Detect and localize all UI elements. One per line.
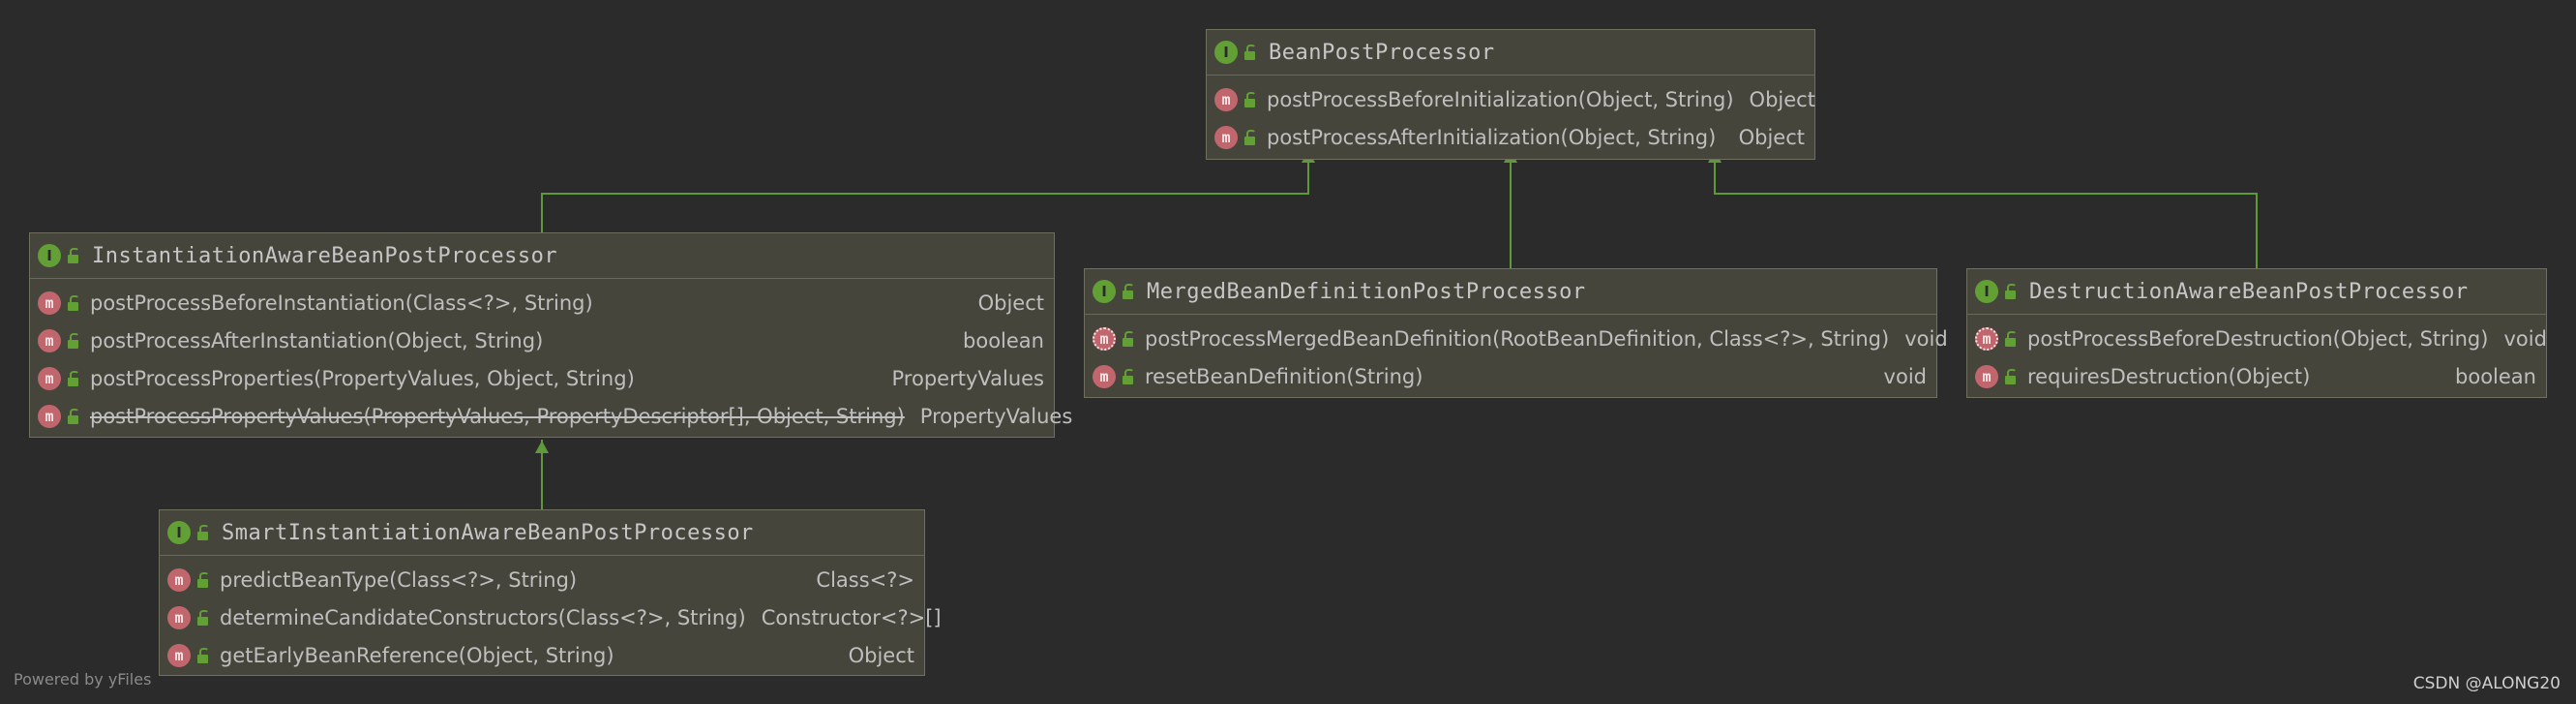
public-lock-icon xyxy=(1122,330,1135,347)
public-lock-icon xyxy=(2004,330,2018,347)
method-return-type: boolean xyxy=(2455,364,2536,388)
method-row[interactable]: m postProcessBeforeInstantiation(Class<?… xyxy=(30,284,1054,321)
method-row[interactable]: m postProcessBeforeDestruction(Object, S… xyxy=(1967,320,2547,357)
method-row[interactable]: m postProcessMergedBeanDefinition(RootBe… xyxy=(1085,320,1948,357)
method-signature: postProcessAfterInitialization(Object, S… xyxy=(1267,125,1717,149)
method-signature: postProcessBeforeInitialization(Object, … xyxy=(1267,87,1734,111)
node-header: I BeanPostProcessor xyxy=(1207,30,1814,76)
node-title: MergedBeanDefinitionPostProcessor xyxy=(1147,279,1586,304)
public-lock-icon xyxy=(2004,368,2018,384)
method-return-type: Object xyxy=(848,643,914,667)
node-title: DestructionAwareBeanPostProcessor xyxy=(2029,279,2469,304)
method-return-type: Constructor<?>[] xyxy=(761,605,942,629)
method-signature: postProcessProperties(PropertyValues, Ob… xyxy=(90,366,635,390)
method-row[interactable]: m postProcessBeforeInitialization(Object… xyxy=(1207,80,1815,118)
method-icon: m xyxy=(1214,125,1238,149)
node-header: I DestructionAwareBeanPostProcessor xyxy=(1967,269,2546,315)
method-return-type: Class<?> xyxy=(816,567,914,592)
public-lock-icon xyxy=(1243,129,1257,145)
node-title: InstantiationAwareBeanPostProcessor xyxy=(92,243,558,268)
method-signature: determineCandidateConstructors(Class<?>,… xyxy=(220,605,746,629)
interface-icon: I xyxy=(167,521,191,544)
node-header: I MergedBeanDefinitionPostProcessor xyxy=(1085,269,1936,315)
edge-instantiation-to-bpp xyxy=(541,163,1309,232)
public-lock-icon xyxy=(67,248,80,263)
node-title: BeanPostProcessor xyxy=(1269,40,1495,65)
method-icon: m xyxy=(167,567,191,592)
method-icon: m xyxy=(38,328,61,352)
method-row[interactable]: m requiresDestruction(Object) boolean xyxy=(1967,357,2546,395)
interface-icon: I xyxy=(1975,280,1998,303)
method-icon: m xyxy=(1975,364,1998,388)
method-return-type: Object xyxy=(1738,125,1805,149)
method-row-deprecated[interactable]: m postProcessPropertyValues(PropertyValu… xyxy=(30,397,1072,435)
node-instantiation-aware-bean-post-processor[interactable]: I InstantiationAwareBeanPostProcessor m … xyxy=(29,232,1072,438)
method-row[interactable]: m postProcessProperties(PropertyValues, … xyxy=(30,359,1054,397)
public-lock-icon xyxy=(67,294,80,311)
method-return-type: void xyxy=(1883,364,1927,388)
method-row[interactable]: m postProcessAfterInitialization(Object,… xyxy=(1207,118,1814,156)
method-signature: postProcessBeforeDestruction(Object, Str… xyxy=(2027,326,2489,351)
method-icon: m xyxy=(1093,364,1116,388)
method-signature: requiresDestruction(Object) xyxy=(2027,364,2311,388)
public-lock-icon xyxy=(2004,284,2018,299)
method-row[interactable]: m getEarlyBeanReference(Object, String) … xyxy=(160,636,924,674)
interface-icon: I xyxy=(1093,280,1116,303)
method-return-type: PropertyValues xyxy=(891,366,1044,390)
public-lock-icon xyxy=(1243,45,1257,60)
method-return-type: boolean xyxy=(963,328,1044,352)
method-icon: m xyxy=(167,643,191,667)
method-signature: resetBeanDefinition(String) xyxy=(1145,364,1423,388)
edge-arrowhead xyxy=(535,441,549,453)
method-signature: predictBeanType(Class<?>, String) xyxy=(220,567,578,592)
method-icon: m xyxy=(38,404,61,428)
method-signature: postProcessBeforeInstantiation(Class<?>,… xyxy=(90,291,593,315)
method-row[interactable]: m resetBeanDefinition(String) void xyxy=(1085,357,1936,395)
method-icon: m xyxy=(38,291,61,315)
public-lock-icon xyxy=(1122,368,1135,384)
method-row[interactable]: m postProcessAfterInstantiation(Object, … xyxy=(30,321,1054,359)
watermark-label: CSDN @ALONG20 xyxy=(2412,674,2561,693)
method-row[interactable]: m determineCandidateConstructors(Class<?… xyxy=(160,598,942,636)
powered-by-label: Powered by yFiles xyxy=(14,670,152,689)
public-lock-icon xyxy=(67,408,80,424)
method-return-type: PropertyValues xyxy=(919,404,1073,428)
method-row[interactable]: m predictBeanType(Class<?>, String) Clas… xyxy=(160,561,924,598)
public-lock-icon xyxy=(196,571,210,588)
abstract-method-icon: m xyxy=(1975,326,1998,351)
node-merged-bean-definition-post-processor[interactable]: I MergedBeanDefinitionPostProcessor m po… xyxy=(1084,268,1948,398)
public-lock-icon xyxy=(1122,284,1135,299)
method-return-type: Object xyxy=(977,291,1044,315)
method-return-type: void xyxy=(2503,326,2547,351)
edge-destruction-to-bpp xyxy=(1714,163,2258,268)
method-signature: getEarlyBeanReference(Object, String) xyxy=(220,643,614,667)
method-signature: postProcessMergedBeanDefinition(RootBean… xyxy=(1145,326,1890,351)
method-signature: postProcessAfterInstantiation(Object, St… xyxy=(90,328,544,352)
public-lock-icon xyxy=(1243,91,1257,107)
method-return-type: void xyxy=(1904,326,1948,351)
abstract-method-icon: m xyxy=(1093,326,1116,351)
node-destruction-aware-bean-post-processor[interactable]: I DestructionAwareBeanPostProcessor m po… xyxy=(1966,268,2547,398)
method-icon: m xyxy=(38,366,61,390)
interface-icon: I xyxy=(38,244,61,267)
public-lock-icon xyxy=(196,525,210,540)
node-header: I SmartInstantiationAwareBeanPostProcess… xyxy=(160,510,924,556)
interface-icon: I xyxy=(1214,41,1238,64)
node-title: SmartInstantiationAwareBeanPostProcessor xyxy=(222,520,754,545)
method-return-type: Object xyxy=(1749,87,1815,111)
node-bean-post-processor[interactable]: I BeanPostProcessor m postProcessBeforeI… xyxy=(1206,29,1815,160)
public-lock-icon xyxy=(67,332,80,349)
public-lock-icon xyxy=(196,647,210,663)
method-icon: m xyxy=(167,605,191,629)
public-lock-icon xyxy=(196,609,210,626)
method-signature: postProcessPropertyValues(PropertyValues… xyxy=(90,404,905,428)
node-header: I InstantiationAwareBeanPostProcessor xyxy=(30,233,1054,279)
node-smart-instantiation-aware-bean-post-processor[interactable]: I SmartInstantiationAwareBeanPostProcess… xyxy=(159,509,942,676)
method-icon: m xyxy=(1214,87,1238,111)
public-lock-icon xyxy=(67,370,80,386)
